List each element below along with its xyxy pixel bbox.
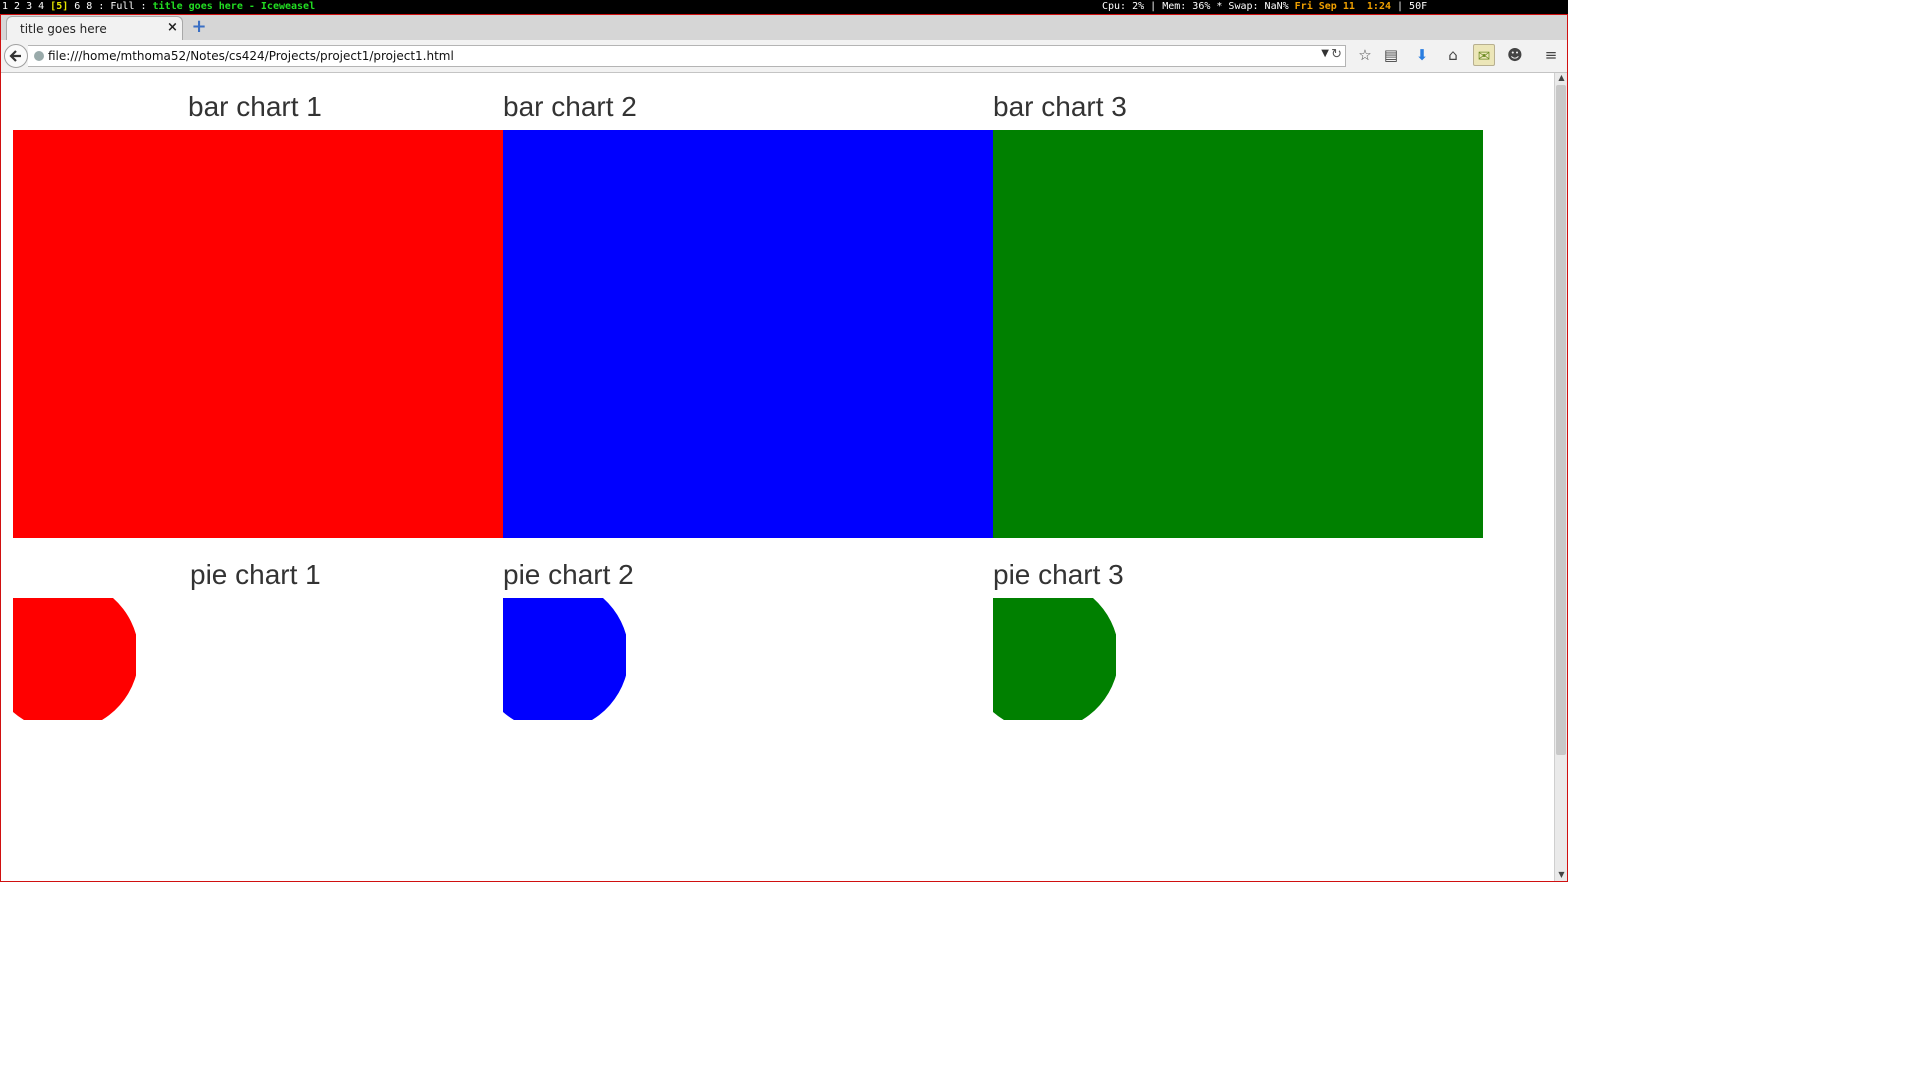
tab-strip: title goes here × — [0, 14, 1568, 41]
workspaces-layout: 6 8 : Full : — [68, 1, 153, 12]
bar-chart-3-title: bar chart 3 — [993, 91, 1127, 122]
nav-bar: file:///home/mthoma52/Notes/cs424/Projec… — [0, 40, 1568, 73]
status-right: Cpu: 2% | Mem: 36% * Swap: NaN% Fri Sep … — [1102, 0, 1427, 14]
home-icon[interactable]: ⌂ — [1442, 44, 1464, 66]
vertical-scrollbar[interactable]: ▲ ▼ — [1554, 73, 1567, 881]
star-icon[interactable]: ☆ — [1354, 44, 1376, 66]
pie-chart-3-title: pie chart 3 — [993, 559, 1124, 590]
scroll-up-icon[interactable]: ▲ — [1556, 73, 1567, 84]
tab-active[interactable]: title goes here × — [6, 16, 183, 40]
pie-chart-3 — [993, 598, 1116, 720]
download-arrow-icon[interactable]: ⬇ — [1411, 44, 1433, 66]
globe-icon — [34, 51, 44, 61]
bar-chart-1-title: bar chart 1 — [188, 91, 322, 122]
workspaces-list[interactable]: 1 2 3 4 — [2, 1, 50, 12]
url-text[interactable]: file:///home/mthoma52/Notes/cs424/Projec… — [48, 49, 454, 63]
hamburger-menu-icon[interactable]: ≡ — [1540, 44, 1562, 66]
window-title: title goes here - Iceweasel — [152, 1, 316, 12]
addon-icon[interactable]: ✉ — [1473, 44, 1495, 66]
bar-chart-2-title: bar chart 2 — [503, 91, 637, 122]
bar-chart-3 — [993, 130, 1483, 538]
ghost-icon[interactable]: ☻ — [1504, 44, 1526, 66]
clipboard-icon[interactable]: ▤ — [1380, 44, 1402, 66]
scroll-thumb[interactable] — [1556, 85, 1566, 755]
clock: Fri Sep 11 1:24 — [1294, 1, 1391, 12]
chevron-down-icon[interactable]: ▼ — [1321, 48, 1329, 59]
bar-chart-1 — [13, 130, 503, 538]
reload-icon[interactable]: ↻ — [1331, 47, 1342, 62]
pie-chart-2-title: pie chart 2 — [503, 559, 634, 590]
bar-charts-row — [13, 130, 1483, 538]
url-bar[interactable]: file:///home/mthoma52/Notes/cs424/Projec… — [28, 45, 1346, 67]
new-tab-icon[interactable]: + — [190, 18, 208, 36]
pie-chart-2 — [503, 598, 626, 720]
back-arrow-icon[interactable] — [4, 44, 28, 68]
close-icon[interactable]: × — [167, 20, 178, 35]
bar-chart-2 — [503, 130, 993, 538]
page-content: bar chart 1 bar chart 2 bar chart 3 pie … — [1, 73, 1554, 881]
tab-title: title goes here — [20, 22, 107, 36]
pie-chart-1-title: pie chart 1 — [190, 559, 321, 590]
workspace-active[interactable]: [5] — [50, 1, 68, 12]
status-bar: 1 2 3 4 [5] 6 8 : Full : title goes here… — [0, 0, 1568, 14]
pie-chart-1 — [13, 598, 136, 720]
system-stats: Cpu: 2% | Mem: 36% * Swap: NaN% — [1102, 1, 1295, 12]
scroll-down-icon[interactable]: ▼ — [1556, 870, 1567, 881]
temperature: | 50F — [1390, 1, 1428, 12]
status-left: 1 2 3 4 [5] 6 8 : Full : title goes here… — [2, 0, 315, 14]
